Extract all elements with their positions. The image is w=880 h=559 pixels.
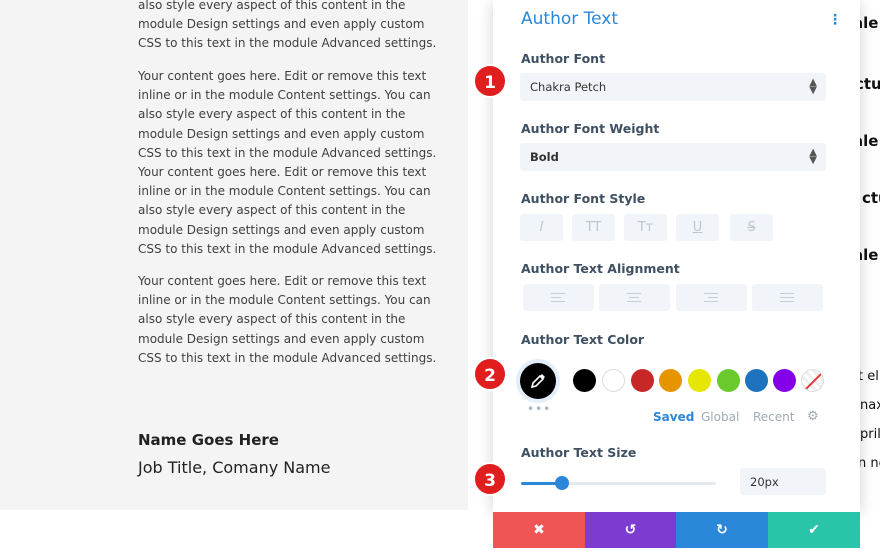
color-swatch-red[interactable] bbox=[631, 369, 654, 392]
select-arrows-icon: ▲ ▼ bbox=[809, 147, 817, 166]
color-swatch-white[interactable] bbox=[602, 369, 625, 392]
color-swatch-orange[interactable] bbox=[659, 369, 682, 392]
uppercase-button[interactable]: TT bbox=[572, 214, 615, 241]
author-font-value: Chakra Petch bbox=[530, 80, 607, 94]
cancel-button[interactable]: ✖ bbox=[493, 512, 585, 548]
author-font-weight-value: Bold bbox=[530, 150, 559, 164]
author-font-weight-label: Author Font Weight bbox=[521, 121, 660, 136]
undo-button[interactable]: ↺ bbox=[585, 512, 676, 548]
tab-global[interactable]: Global bbox=[701, 410, 739, 424]
save-button[interactable]: ✔ bbox=[768, 512, 860, 548]
tab-recent[interactable]: Recent bbox=[753, 410, 794, 424]
text-size-value: 20px bbox=[750, 475, 779, 489]
author-text-color-label: Author Text Color bbox=[521, 332, 645, 347]
panel-title: Author Text bbox=[521, 9, 619, 29]
align-center-icon[interactable] bbox=[599, 284, 670, 311]
underline-button[interactable]: U bbox=[676, 214, 719, 241]
background-text-fragment: ctu bbox=[862, 189, 880, 207]
background-text-fragment: nax bbox=[860, 398, 880, 413]
strikethrough-button[interactable]: S bbox=[730, 214, 773, 241]
slider-handle[interactable] bbox=[554, 476, 569, 490]
author-name: Name Goes Here bbox=[138, 431, 279, 449]
author-text-alignment-label: Author Text Alignment bbox=[521, 261, 680, 276]
align-justify-icon[interactable] bbox=[752, 284, 823, 311]
eyedropper-icon[interactable] bbox=[520, 363, 556, 399]
author-font-style-label: Author Font Style bbox=[521, 191, 646, 206]
body-paragraph-3: Your content goes here. Edit or remove t… bbox=[138, 274, 437, 365]
body-paragraph-2: Your content goes here. Edit or remove t… bbox=[138, 69, 437, 256]
italic-button[interactable]: I bbox=[520, 214, 563, 241]
redo-button[interactable]: ↻ bbox=[676, 512, 768, 548]
text-size-input[interactable]: 20px bbox=[740, 468, 826, 495]
color-swatch-black[interactable] bbox=[573, 369, 596, 392]
color-swatch-green[interactable] bbox=[717, 369, 740, 392]
author-font-select[interactable]: Chakra Petch ▲ ▼ bbox=[520, 73, 826, 101]
author-text-settings-panel: Author Text ⋮ Author Font Chakra Petch ▲… bbox=[493, 0, 860, 512]
align-left-icon[interactable] bbox=[523, 284, 594, 311]
color-swatch-yellow[interactable] bbox=[688, 369, 711, 392]
author-font-label: Author Font bbox=[521, 51, 606, 66]
color-swatch-none[interactable] bbox=[801, 369, 824, 392]
step-badge-3: 3 bbox=[473, 462, 507, 496]
author-font-weight-select[interactable]: Bold ▲ ▼ bbox=[520, 143, 826, 171]
author-job-title: Job Title, Comany Name bbox=[138, 458, 331, 477]
step-badge-2: 2 bbox=[473, 357, 507, 391]
capitalize-button[interactable]: Tт bbox=[624, 214, 667, 241]
step-badge-1: 1 bbox=[473, 64, 507, 98]
gear-icon[interactable]: ⚙ bbox=[807, 409, 819, 424]
kebab-menu-icon[interactable]: ⋮ bbox=[828, 12, 842, 28]
tab-saved[interactable]: Saved bbox=[653, 410, 694, 424]
screenshot-stage: also style every aspect of this content … bbox=[0, 0, 880, 559]
more-options-icon[interactable]: ••• bbox=[527, 402, 551, 416]
align-right-icon[interactable] bbox=[676, 284, 747, 311]
select-arrows-icon: ▲ ▼ bbox=[809, 77, 817, 96]
color-swatch-purple[interactable] bbox=[773, 369, 796, 392]
text-size-slider[interactable] bbox=[521, 482, 716, 485]
background-text-fragment: n ne bbox=[858, 456, 880, 471]
body-paragraph-1: also style every aspect of this content … bbox=[138, 0, 437, 51]
author-text-size-label: Author Text Size bbox=[521, 445, 637, 460]
background-text-fragment: pril bbox=[860, 427, 880, 442]
color-swatch-blue[interactable] bbox=[745, 369, 768, 392]
background-text-fragment: t el bbox=[858, 369, 879, 384]
